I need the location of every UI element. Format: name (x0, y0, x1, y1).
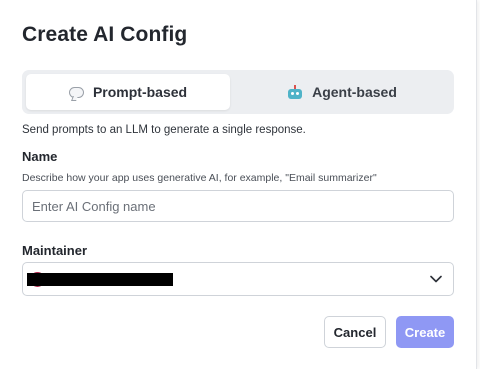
maintainer-select[interactable] (22, 262, 454, 296)
name-hint: Describe how your app uses generative AI… (22, 172, 377, 184)
mode-description: Send prompts to an LLM to generate a sin… (22, 124, 306, 136)
tab-prompt-based[interactable]: Prompt-based (26, 74, 230, 110)
redacted-maintainer-name (27, 273, 173, 286)
dialog-title: Create AI Config (22, 23, 188, 46)
create-button[interactable]: Create (396, 316, 454, 348)
tab-agent-based-label: Agent-based (312, 84, 397, 100)
name-label: Name (22, 149, 58, 164)
tab-prompt-based-label: Prompt-based (92, 84, 188, 100)
maintainer-label: Maintainer (22, 243, 88, 258)
speech-bubble-icon (68, 86, 84, 98)
create-ai-config-dialog: Create AI Config Prompt-based Agent-base… (0, 0, 477, 369)
chevron-down-icon (430, 275, 442, 283)
mode-toggle: Prompt-based Agent-based (22, 70, 454, 114)
name-input[interactable] (22, 190, 454, 222)
tab-agent-based[interactable]: Agent-based (234, 74, 450, 110)
cancel-button[interactable]: Cancel (324, 316, 386, 348)
robot-icon (287, 85, 303, 99)
